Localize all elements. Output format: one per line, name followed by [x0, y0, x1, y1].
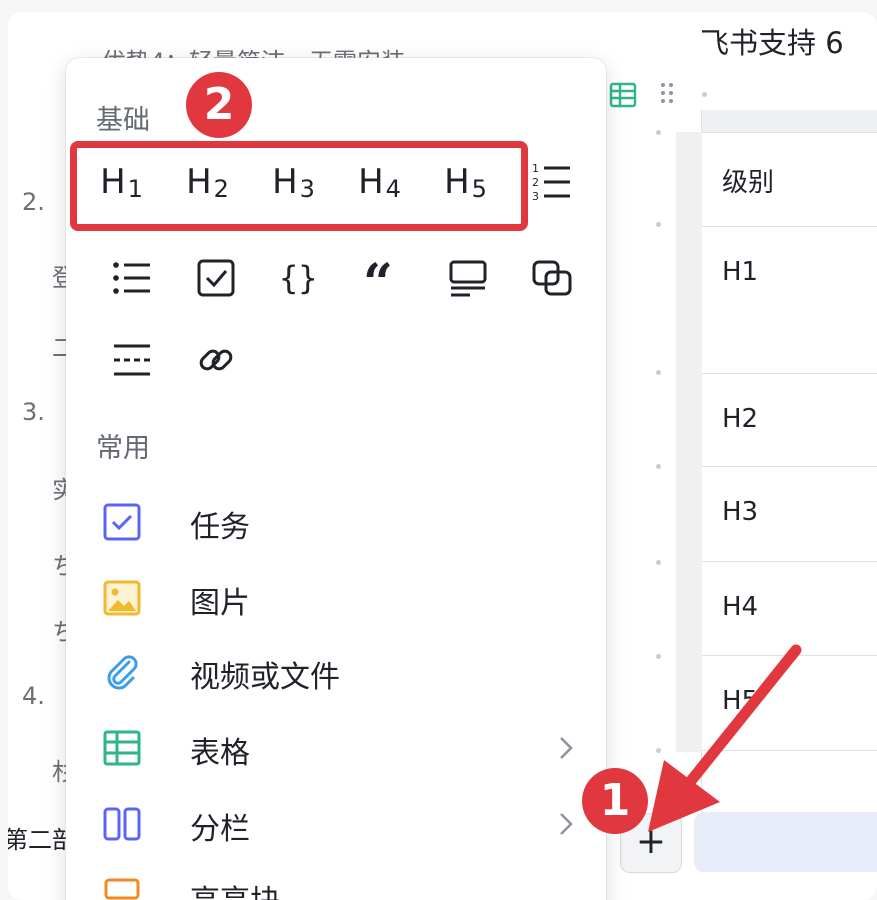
divider-button[interactable]: [106, 334, 158, 386]
checkbox-icon: [197, 259, 235, 297]
guide-dot: [656, 370, 661, 375]
headings-highlight-box: [70, 141, 528, 231]
table-cell: H2: [722, 404, 759, 434]
svg-text:{}: {}: [279, 259, 318, 297]
chevron-right-icon: [560, 813, 573, 835]
ordered-list-button[interactable]: 1 2 3: [526, 156, 578, 208]
list-number: 4.: [22, 682, 45, 710]
chevron-right-icon: [560, 737, 573, 759]
doc-title: 飞书支持 6: [700, 26, 844, 60]
guide-dot: [656, 222, 661, 227]
step-badge-2: 2: [186, 72, 252, 138]
menu-item-label: 表格: [190, 736, 250, 771]
table-row[interactable]: H2: [702, 374, 877, 467]
paperclip-icon: [107, 655, 138, 690]
section-title-common: 常用: [96, 433, 150, 464]
table-cell: 级别: [722, 168, 775, 198]
table-row[interactable]: H1: [702, 227, 877, 374]
table-column-header-strip[interactable]: [702, 110, 877, 133]
document-page: ●优势4：轻量简洁，无需安装 飞书支持 6 2. 登 二 3. 实 ち ち 4.…: [8, 12, 877, 900]
quote-icon: “: [363, 255, 393, 301]
table-icon[interactable]: [608, 80, 638, 110]
sync-block-icon: [532, 260, 572, 296]
table-cell: H4: [722, 592, 759, 622]
checkbox-button[interactable]: [190, 252, 242, 304]
menu-item-label: 分栏: [190, 812, 250, 847]
image-icon: [103, 580, 141, 616]
table-row[interactable]: H3: [702, 467, 877, 562]
list-number: 2.: [22, 188, 45, 216]
callout-icon: [449, 260, 487, 297]
callout-button[interactable]: [442, 252, 494, 304]
table-icon: [103, 730, 141, 766]
menu-item-highlight-block[interactable]: 高亮块: [96, 866, 576, 900]
menu-item-video-or-file[interactable]: 视频或文件: [96, 642, 576, 702]
bullet-list-icon: [113, 262, 150, 294]
menu-item-image[interactable]: 图片: [96, 568, 576, 628]
table-row[interactable]: 级别: [702, 132, 877, 227]
guide-dot: [656, 464, 661, 469]
svg-text:“: “: [363, 255, 393, 301]
divider-icon: [114, 344, 150, 376]
bullet-list-button[interactable]: [106, 252, 158, 304]
task-checkbox-icon: [103, 503, 141, 541]
guide-dot: [656, 130, 661, 135]
pointer-arrow-icon: [648, 644, 802, 832]
menu-item-task[interactable]: 任务: [96, 492, 576, 552]
ordered-list-icon: 1 2 3: [532, 162, 570, 203]
drag-handle-icon[interactable]: [658, 78, 676, 108]
menu-item-label: 视频或文件: [190, 660, 340, 695]
menu-item-label: 高亮块: [190, 876, 280, 900]
menu-item-columns[interactable]: 分栏: [96, 794, 576, 854]
list-number: 3.: [22, 398, 45, 426]
code-block-button[interactable]: {}: [274, 252, 326, 304]
table-cell: H3: [722, 497, 759, 527]
svg-text:3: 3: [532, 190, 539, 203]
menu-item-label: 任务: [190, 510, 250, 545]
section-title-basic: 基础: [96, 105, 150, 136]
menu-item-label: 图片: [190, 586, 250, 621]
link-button[interactable]: [190, 334, 242, 386]
menu-item-table[interactable]: 表格: [96, 718, 576, 778]
guide-dot: [656, 560, 661, 565]
svg-text:1: 1: [532, 162, 539, 175]
table-cell: H1: [722, 257, 759, 287]
quote-button[interactable]: “: [358, 252, 410, 304]
sync-block-button[interactable]: [526, 252, 578, 304]
columns-icon: [103, 807, 141, 841]
highlight-block-icon: [104, 878, 140, 900]
link-icon: [199, 349, 233, 371]
guide-dot: [702, 92, 707, 97]
code-block-icon: {}: [279, 259, 318, 297]
svg-text:2: 2: [532, 176, 539, 189]
